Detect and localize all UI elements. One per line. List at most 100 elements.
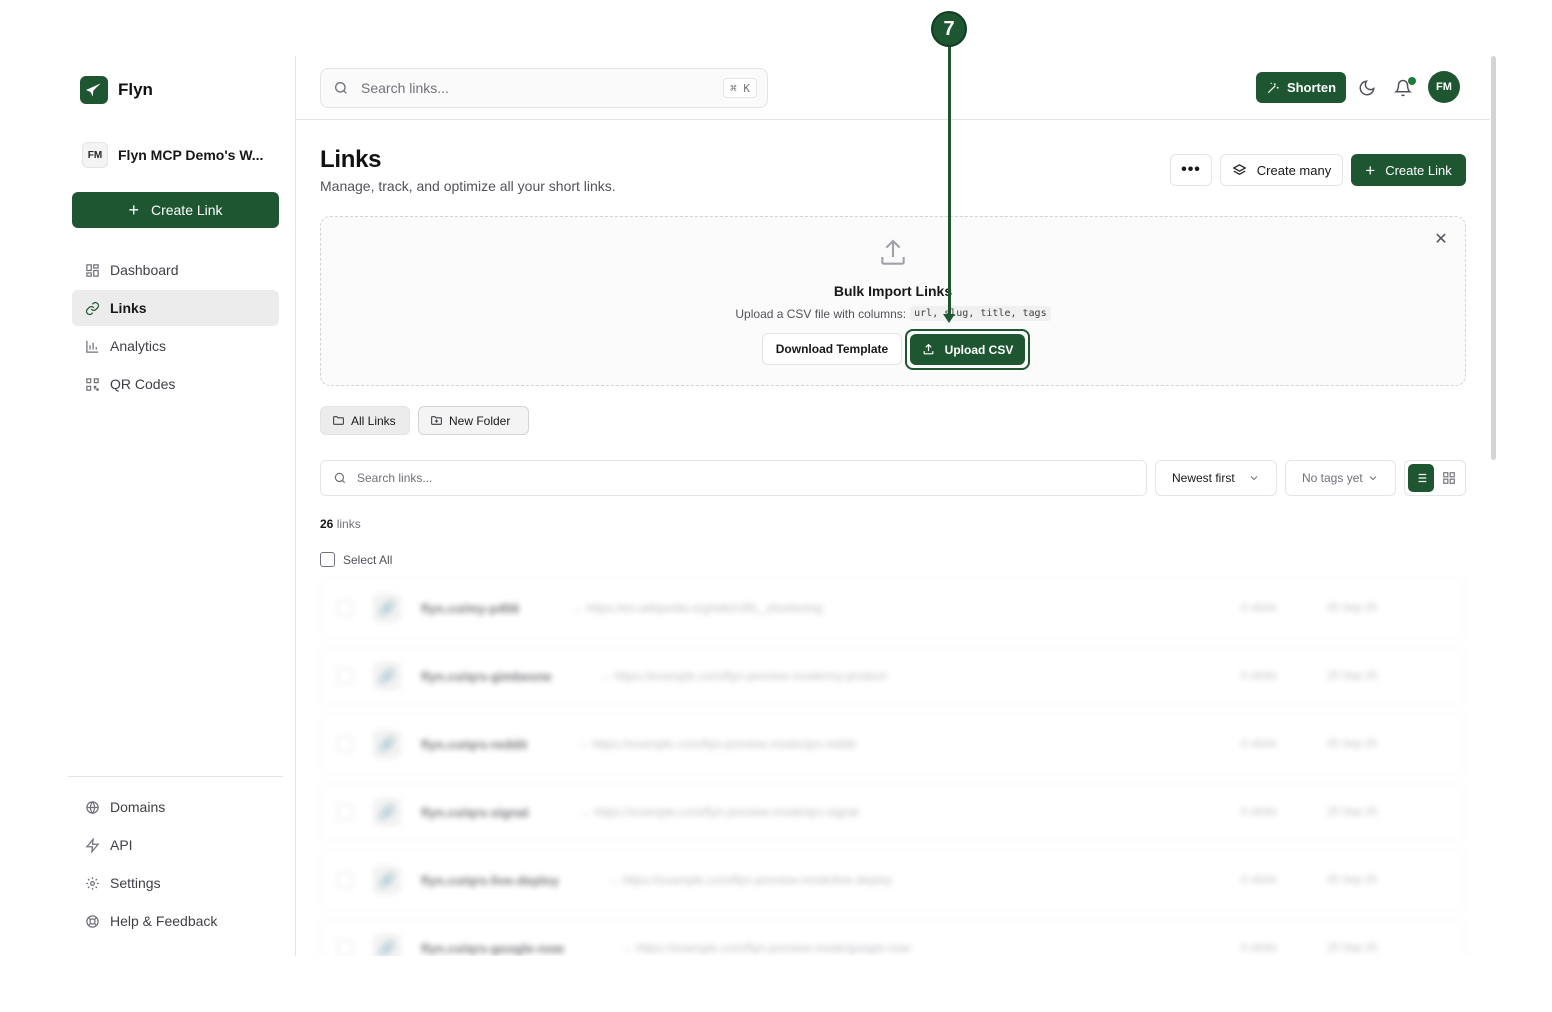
list-item[interactable]: 🔗 flyn.co/qrs-google-now → https://example… <box>320 918 1466 956</box>
globe-icon <box>84 799 100 815</box>
folder-all-label: All Links <box>351 413 396 428</box>
link-destination[interactable]: → https://example.com/flyn-preview-mode/… <box>599 669 886 683</box>
sort-value: Newest first <box>1172 471 1235 485</box>
new-folder-button[interactable]: New Folder <box>418 406 529 435</box>
tags-select[interactable]: No tags yet <box>1285 460 1396 496</box>
upload-icon <box>877 237 909 269</box>
annotation-arrowhead <box>943 314 955 323</box>
sidebar-item-domains[interactable]: Domains <box>72 789 279 825</box>
sidebar-item-label: Domains <box>110 799 166 815</box>
global-search-input[interactable]: Search links... ⌘ K <box>320 68 768 108</box>
create-link-label: Create Link <box>1385 162 1452 178</box>
main-content: Search links... ⌘ K Shorten FM Links Man… <box>296 56 1490 956</box>
download-template-button[interactable]: Download Template <box>762 333 902 365</box>
sidebar-item-label: Links <box>110 300 147 316</box>
link-date: 25 Sep 25 <box>1327 874 1378 886</box>
link-destination[interactable]: → https://example.com/flyn-preview-mode/… <box>577 737 855 751</box>
sidebar-bottom-nav: Domains API Settings Help & Feedback <box>72 789 279 941</box>
link-date: 25 Sep 25 <box>1327 942 1378 954</box>
sidebar-item-help[interactable]: Help & Feedback <box>72 903 279 939</box>
row-checkbox[interactable] <box>337 940 353 956</box>
link-slug[interactable]: flyn.co/qrs-google-now <box>421 941 564 956</box>
topbar: Search links... ⌘ K Shorten FM <box>296 56 1490 120</box>
help-icon <box>84 913 100 929</box>
chevron-down-icon <box>1367 472 1379 484</box>
folder-all-links[interactable]: All Links <box>320 406 410 435</box>
sidebar-item-api[interactable]: API <box>72 827 279 863</box>
row-checkbox[interactable] <box>337 736 353 752</box>
links-count-number: 26 <box>320 517 334 531</box>
workspace-name: Flyn MCP Demo's W... <box>118 147 264 163</box>
link-date: 25 Sep 25 <box>1327 738 1378 750</box>
close-icon[interactable]: ✕ <box>1433 231 1449 248</box>
row-checkbox[interactable] <box>337 600 353 616</box>
row-checkbox[interactable] <box>337 668 353 684</box>
link-slug[interactable]: flyn.co/my-p456 <box>421 601 519 616</box>
link-date: 25 Sep 25 <box>1327 670 1378 682</box>
select-all-label: Select All <box>343 552 393 567</box>
sidebar: Flyn FM Flyn MCP Demo's W... + Create Li… <box>68 56 296 956</box>
link-clicks: 0 clicks <box>1241 942 1278 954</box>
scrollbar-thumb[interactable] <box>1491 56 1496 460</box>
shorten-button[interactable]: Shorten <box>1256 72 1346 103</box>
dashboard-icon <box>84 262 100 278</box>
link-date: 25 Sep 25 <box>1327 806 1378 818</box>
link-slug[interactable]: flyn.co/qrs-signal <box>421 805 529 820</box>
link-destination[interactable]: → https://example.com/flyn-preview-mode/… <box>579 805 858 819</box>
link-slug[interactable]: flyn.co/qrs-reddit <box>421 737 527 752</box>
link-clicks: 0 clicks <box>1241 874 1278 886</box>
sidebar-item-label: Analytics <box>110 338 167 354</box>
more-options-button[interactable]: ••• <box>1170 154 1212 186</box>
sidebar-item-qr-codes[interactable]: QR Codes <box>72 366 279 402</box>
sidebar-create-link-label: Create Link <box>150 202 223 218</box>
plus-icon: + <box>1365 160 1376 180</box>
row-checkbox[interactable] <box>337 872 353 888</box>
tags-value: No tags yet <box>1302 471 1363 485</box>
create-link-button[interactable]: + Create Link <box>1351 154 1466 186</box>
select-all-checkbox[interactable] <box>320 552 335 567</box>
sidebar-item-links[interactable]: Links <box>72 290 279 326</box>
sidebar-item-analytics[interactable]: Analytics <box>72 328 279 364</box>
moon-icon[interactable] <box>1358 79 1376 97</box>
list-item[interactable]: 🔗 flyn.co/qrs-reddit → https://example.com… <box>320 714 1466 774</box>
upload-csv-button[interactable]: Upload CSV <box>910 334 1025 365</box>
folder-icon <box>332 414 345 427</box>
link-slug[interactable]: flyn.co/qrs-gimbesne <box>421 669 552 684</box>
link-slug[interactable]: flyn.co/qrs-live-deploy <box>421 873 559 888</box>
csv-columns-code: url, slug, title, tags <box>910 306 1051 321</box>
annotation-step-badge: 7 <box>931 11 967 47</box>
row-checkbox[interactable] <box>337 804 353 820</box>
link-icon: 🔗 <box>373 662 401 690</box>
list-item[interactable]: 🔗 flyn.co/my-p456 → https://en.wikipedia.o… <box>320 578 1466 638</box>
view-toggle <box>1404 460 1466 496</box>
link-destination[interactable]: → https://example.com/flyn-preview-mode/… <box>607 873 892 887</box>
link-icon: 🔗 <box>373 866 401 894</box>
workspace-avatar: FM <box>82 142 108 168</box>
grid-view-icon[interactable] <box>1436 464 1462 492</box>
list-item[interactable]: 🔗 flyn.co/qrs-live-deploy → https://exampl… <box>320 850 1466 910</box>
search-icon <box>333 80 349 96</box>
list-view-icon[interactable] <box>1408 464 1434 492</box>
scrollbar[interactable] <box>1490 56 1498 956</box>
user-avatar[interactable]: FM <box>1428 71 1460 103</box>
plus-icon: + <box>128 200 139 220</box>
link-icon <box>84 300 100 316</box>
create-many-button[interactable]: Create many <box>1220 154 1343 186</box>
sidebar-item-settings[interactable]: Settings <box>72 865 279 901</box>
sidebar-item-dashboard[interactable]: Dashboard <box>72 252 279 288</box>
links-search-input[interactable]: Search links... <box>320 460 1147 496</box>
page-title: Links <box>320 146 382 173</box>
link-destination[interactable]: → https://en.wikipedia.org/wiki/URL_shor… <box>571 601 822 615</box>
qr-code-icon <box>84 376 100 392</box>
new-folder-label: New Folder <box>449 413 511 428</box>
workspace-switcher[interactable]: FM Flyn MCP Demo's W... <box>82 142 263 168</box>
list-item[interactable]: 🔗 flyn.co/qrs-signal → https://example.com… <box>320 782 1466 842</box>
list-item[interactable]: 🔗 flyn.co/qrs-gimbesne → https://example.c… <box>320 646 1466 706</box>
sort-select[interactable]: Newest first <box>1155 460 1277 496</box>
select-all[interactable]: Select All <box>320 552 392 567</box>
sidebar-item-label: Help & Feedback <box>110 913 218 929</box>
sidebar-create-link-button[interactable]: + Create Link <box>72 192 279 228</box>
link-destination[interactable]: → https://example.com/flyn-preview-mode/… <box>621 941 910 955</box>
brand[interactable]: Flyn <box>80 76 153 104</box>
links-count-suffix: links <box>336 517 361 531</box>
